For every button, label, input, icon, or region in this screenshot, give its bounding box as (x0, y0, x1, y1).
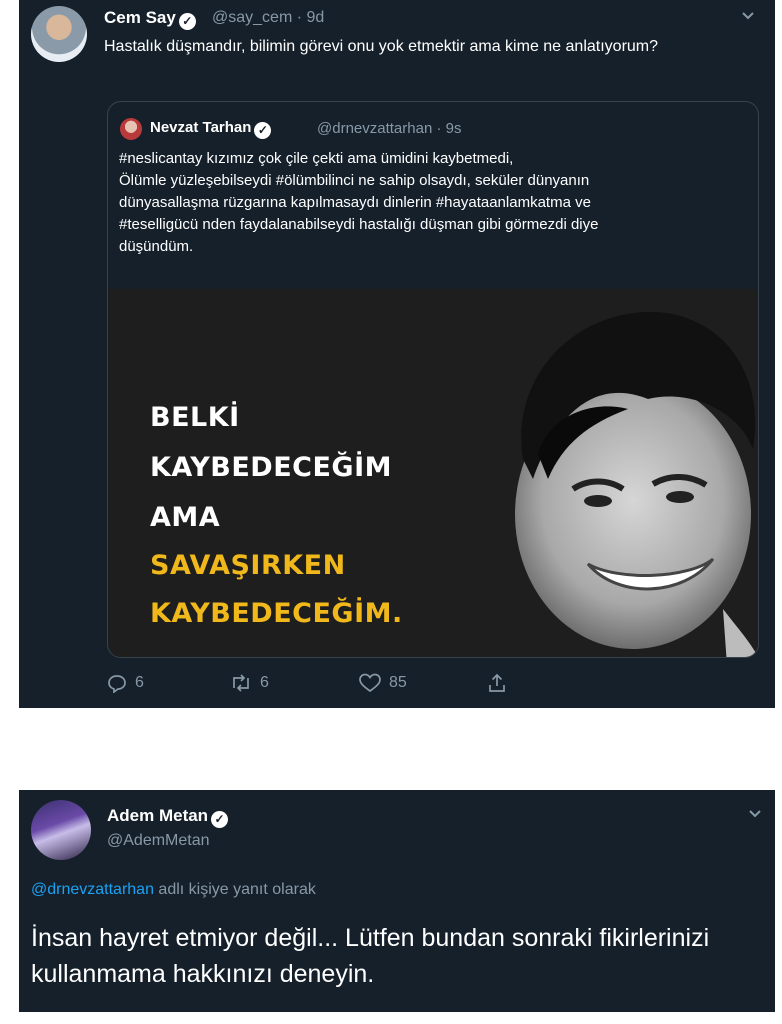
chevron-down-icon[interactable] (747, 806, 763, 827)
quoted-author-handle: @drnevzattarhan · 9s (317, 120, 461, 137)
tweet-text: Hastalık düşmandır, bilimin görevi onu y… (104, 38, 659, 55)
verified-icon: ✓ (178, 13, 196, 30)
quoted-handle-text: @drnevzattarhan (317, 120, 433, 137)
author-handle[interactable]: @say_cem · 9d (212, 9, 324, 27)
quoted-text-line: #teselligücü nden faydalanabilseydi hast… (119, 216, 599, 233)
quoted-text-line: düşündüm. (119, 238, 194, 255)
share-button[interactable] (487, 673, 507, 693)
tweet-actions: 6 6 85 (19, 670, 775, 698)
image-text-line: SAVAŞIRKEN (150, 550, 346, 581)
tweet-card[interactable]: Adem Metan ✓ @AdemMetan @drnevzattarhan a… (19, 790, 775, 1012)
timestamp[interactable]: 9d (307, 9, 325, 26)
verified-icon: ✓ (254, 122, 272, 139)
author-name[interactable]: Cem Say ✓ (104, 8, 196, 30)
quoted-text-line: dünyasallaşma rüzgarına kapılmasaydı din… (119, 194, 591, 211)
reply-icon (108, 675, 126, 693)
avatar[interactable] (31, 6, 87, 62)
author-name[interactable]: Adem Metan ✓ (107, 806, 229, 828)
reply-context-text: adlı kişiye yanıt olarak (153, 881, 316, 898)
retweet-button[interactable]: 6 (230, 673, 269, 693)
quoted-text-line: #neslicantay kızımız çok çile çekti ama … (119, 150, 514, 167)
separator-dot: · (296, 9, 307, 26)
quoted-author-name: Nevzat Tarhan ✓ (150, 119, 272, 139)
quoted-tweet[interactable]: Nevzat Tarhan ✓ @drnevzattarhan · 9s #nes… (107, 101, 759, 658)
like-count: 85 (389, 674, 407, 691)
image-text-line: BELKİ (150, 402, 240, 433)
retweet-icon (233, 674, 249, 692)
image-text-line: AMA (150, 502, 221, 533)
image-text-line: KAYBEDECEĞİM (150, 452, 392, 483)
quoted-text-line: Ölümle yüzleşebilseydi #ölümbilinci ne s… (119, 172, 590, 189)
avatar[interactable] (31, 800, 91, 860)
chevron-down-icon[interactable] (740, 8, 756, 29)
share-icon (489, 673, 505, 692)
author-handle[interactable]: @AdemMetan (107, 832, 210, 850)
like-button[interactable]: 85 (359, 673, 407, 693)
verified-icon: ✓ (211, 811, 229, 828)
reply-count: 6 (135, 674, 144, 691)
mention-link[interactable]: @drnevzattarhan (31, 881, 154, 898)
reply-context: @drnevzattarhan adlı kişiye yanıt olarak (31, 881, 316, 899)
author-name-text: Adem Metan (107, 806, 209, 825)
like-icon (359, 673, 381, 693)
image-text-line: KAYBEDECEĞİM. (150, 598, 403, 629)
tweet-text: İnsan hayret etmiyor değil... Lütfen bun… (31, 924, 710, 988)
retweet-count: 6 (260, 674, 269, 691)
handle-text: @say_cem (212, 9, 293, 26)
tweet-image[interactable]: BELKİ KAYBEDECEĞİM AMA SAVAŞIRKEN KAYBED… (108, 289, 758, 657)
quoted-author-name-text: Nevzat Tarhan (150, 119, 252, 136)
quoted-tweet-text: #neslicantay kızımız çok çile çekti ama … (119, 148, 747, 258)
tweet-card[interactable]: Cem Say ✓ @say_cem · 9d Hastalık düşmandı… (19, 0, 775, 708)
quoted-timestamp: 9s (445, 120, 462, 137)
reply-button[interactable]: 6 (107, 673, 144, 693)
avatar (120, 118, 142, 140)
author-name-text: Cem Say (104, 8, 176, 27)
portrait-photo (438, 289, 758, 657)
separator-dot: · (436, 120, 446, 137)
